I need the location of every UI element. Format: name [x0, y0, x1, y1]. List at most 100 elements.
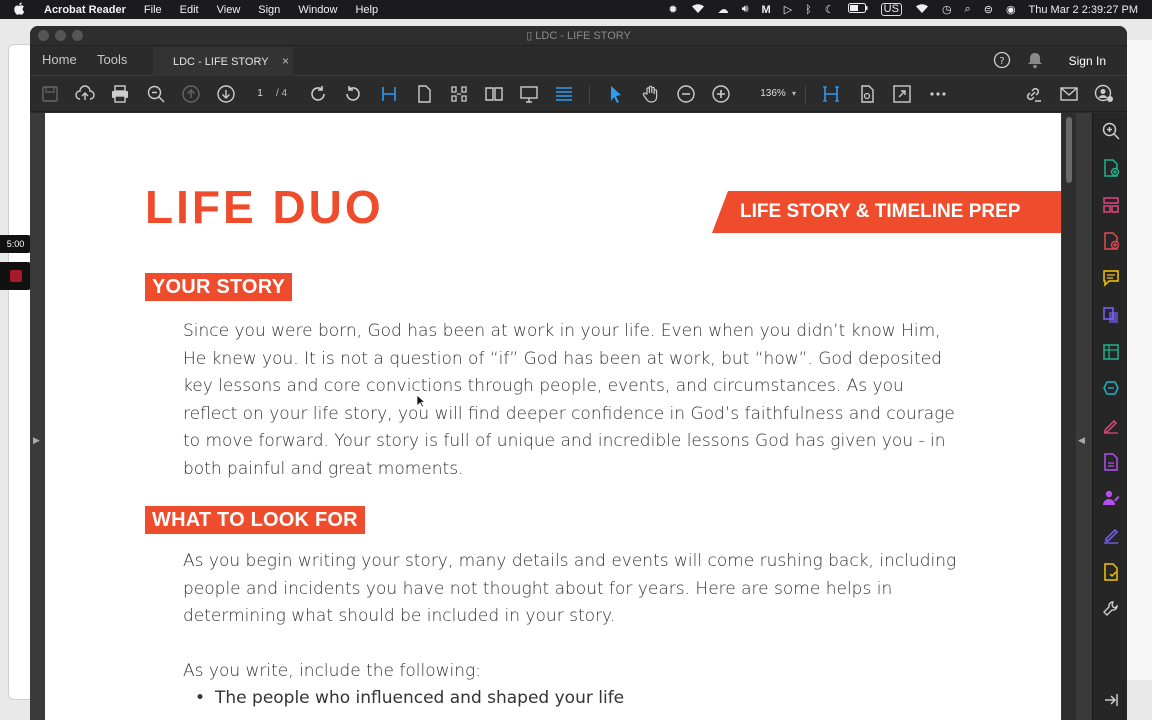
sign-in-button[interactable]: Sign In: [1069, 54, 1106, 68]
more-tools-wrench-icon[interactable]: [1101, 599, 1121, 619]
sign-pen-icon[interactable]: [1101, 525, 1121, 545]
combine-files-icon[interactable]: [1101, 305, 1121, 325]
organize-pages-icon[interactable]: [449, 84, 469, 104]
battery-icon[interactable]: [847, 3, 868, 16]
add-user-icon[interactable]: [1094, 84, 1114, 104]
previous-page-icon[interactable]: [181, 84, 201, 104]
menu-sign[interactable]: Sign: [258, 4, 280, 16]
include-list: The people who influenced and shaped you…: [195, 685, 624, 713]
document-viewer[interactable]: ▶ LIFE DUO LIFE STORY & TIMELINE PREP YO…: [30, 113, 1092, 720]
menu-edit[interactable]: Edit: [180, 4, 199, 16]
title-bar: ▯ LDC - LIFE STORY: [30, 26, 1127, 46]
menubar-clock[interactable]: Thu Mar 2 2:39:27 PM: [1029, 4, 1138, 16]
scrollbar-thumb[interactable]: [1066, 117, 1072, 183]
background-window-right: [1126, 40, 1152, 680]
acrobat-window: ▯ LDC - LIFE STORY Home Tools LDC - LIFE…: [30, 26, 1127, 720]
collapse-panel-icon[interactable]: [1101, 690, 1121, 710]
hand-tool-icon[interactable]: [641, 84, 661, 104]
organize-pages-tool-icon[interactable]: [1101, 195, 1121, 215]
time-machine-icon[interactable]: ◷: [942, 3, 952, 16]
section-body-your-story: Since you were born, God has been at wor…: [183, 321, 955, 479]
close-tab-icon[interactable]: ×: [282, 54, 289, 68]
save-icon[interactable]: [40, 84, 60, 104]
bluetooth-icon[interactable]: ᛒ: [805, 4, 812, 16]
fill-sign-icon[interactable]: [1101, 415, 1121, 435]
page-number-input[interactable]: 1: [247, 85, 273, 103]
fit-page-icon[interactable]: [821, 84, 841, 104]
page-settings-icon[interactable]: [857, 84, 877, 104]
cloud-icon[interactable]: ☁: [718, 3, 729, 16]
spotlight-search-icon[interactable]: ⌕: [965, 3, 971, 16]
create-pdf-icon[interactable]: [1101, 158, 1121, 178]
menu-window[interactable]: Window: [298, 4, 337, 16]
request-signatures-icon[interactable]: [1101, 488, 1121, 508]
tab-tools[interactable]: Tools: [97, 52, 127, 67]
input-source-badge[interactable]: US: [880, 3, 902, 16]
siri-icon[interactable]: ◉: [1006, 3, 1016, 16]
menu-bar: Acrobat Reader File Edit View Sign Windo…: [0, 0, 1152, 19]
rotate-clockwise-icon[interactable]: [308, 84, 328, 104]
more-options-icon[interactable]: [928, 84, 948, 104]
comment-icon[interactable]: [1101, 268, 1121, 288]
email-icon[interactable]: [1059, 84, 1079, 104]
pdf-page[interactable]: LIFE DUO LIFE STORY & TIMELINE PREP YOUR…: [45, 113, 1061, 720]
tab-bar: Home Tools LDC - LIFE STORY × ? Sign In: [30, 46, 1127, 76]
zoom-in-icon[interactable]: [711, 84, 731, 104]
left-panel-toggle-icon[interactable]: ▶: [33, 435, 40, 446]
list-item: The people who influenced and shaped you…: [195, 685, 624, 713]
toolbar: 1 / 4 136% ▾: [30, 76, 1127, 112]
scan-ocr-icon[interactable]: [1101, 378, 1121, 398]
export-pdf-icon[interactable]: [1101, 231, 1121, 251]
help-icon[interactable]: ?: [993, 51, 1011, 74]
upload-cloud-icon[interactable]: [75, 84, 95, 104]
share-link-icon[interactable]: [1023, 84, 1043, 104]
presentation-mode-icon[interactable]: [519, 84, 539, 104]
tab-document[interactable]: LDC - LIFE STORY ×: [153, 47, 293, 76]
control-center-icon[interactable]: ⊜: [984, 3, 993, 16]
section-title-what-to-look-for: WHAT TO LOOK FOR: [145, 506, 365, 534]
tab-home[interactable]: Home: [42, 52, 77, 67]
document-file-icon: ▯: [526, 30, 536, 42]
section-body-what-to-look-for: As you begin writing your story, many de…: [183, 551, 957, 626]
full-screen-icon[interactable]: [892, 84, 912, 104]
malwarebytes-icon[interactable]: M: [762, 4, 771, 16]
volume-icon[interactable]: 🔊︎: [742, 3, 749, 16]
next-page-icon[interactable]: [216, 84, 236, 104]
chevron-down-icon[interactable]: ▾: [792, 85, 796, 103]
moon-icon[interactable]: ☾: [825, 3, 835, 16]
stop-recording-button[interactable]: [0, 262, 31, 290]
search-icon[interactable]: [1101, 121, 1121, 141]
play-icon[interactable]: ▷: [784, 3, 792, 16]
stamp-document-icon[interactable]: [1101, 562, 1121, 582]
notifications-bell-icon[interactable]: [1027, 51, 1043, 74]
recording-timer: 5:00: [0, 235, 31, 253]
select-cursor-icon[interactable]: [606, 84, 626, 104]
section-title-your-story: YOUR STORY: [145, 273, 293, 301]
stop-icon: [10, 270, 22, 282]
brightness-icon[interactable]: ✹: [668, 3, 677, 16]
document-tab-label: LDC - LIFE STORY: [173, 55, 269, 68]
toolbar-divider: [589, 86, 590, 104]
right-panel-toggle-icon[interactable]: ◀: [1078, 435, 1085, 446]
menu-file[interactable]: File: [144, 4, 162, 16]
wifi-status-icon[interactable]: [691, 3, 705, 17]
scrolling-mode-icon[interactable]: [554, 84, 574, 104]
life-duo-logo: LIFE DUO: [145, 181, 384, 233]
zoom-out-magnifier-icon[interactable]: [146, 84, 166, 104]
two-page-view-icon[interactable]: [484, 84, 504, 104]
app-menu-name[interactable]: Acrobat Reader: [44, 4, 126, 16]
menu-help[interactable]: Help: [355, 4, 378, 16]
toolbar-divider: [805, 86, 806, 104]
rotate-counterclockwise-icon[interactable]: [343, 84, 363, 104]
single-page-icon[interactable]: [414, 84, 434, 104]
window-title: ▯ LDC - LIFE STORY: [526, 30, 631, 42]
print-icon[interactable]: [110, 84, 130, 104]
menu-view[interactable]: View: [217, 4, 241, 16]
wifi-icon[interactable]: [915, 3, 929, 17]
vertical-scrollbar[interactable]: [1062, 113, 1076, 720]
fit-width-icon[interactable]: [379, 84, 399, 104]
zoom-out-icon[interactable]: [676, 84, 696, 104]
protect-pdf-icon[interactable]: [1101, 452, 1121, 472]
edit-pdf-icon[interactable]: [1101, 342, 1121, 362]
apple-icon[interactable]: [14, 2, 30, 18]
